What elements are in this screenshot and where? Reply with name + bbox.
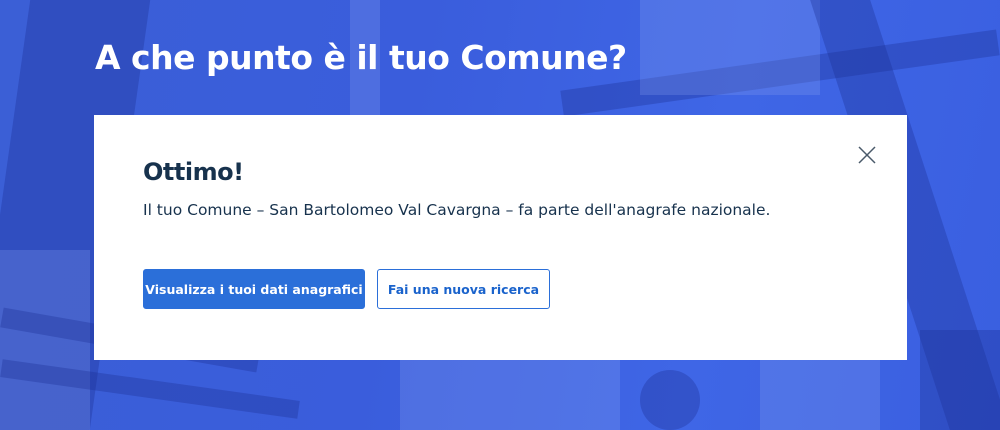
new-search-button[interactable]: Fai una nuova ricerca xyxy=(377,269,550,309)
page-title: A che punto è il tuo Comune? xyxy=(95,38,627,77)
result-title: Ottimo! xyxy=(143,158,244,186)
result-message: Il tuo Comune – San Bartolomeo Val Cavar… xyxy=(143,201,771,219)
result-card: Ottimo! Il tuo Comune – San Bartolomeo V… xyxy=(94,115,907,360)
close-icon xyxy=(858,146,876,164)
hero-section: A che punto è il tuo Comune? Ottimo! Il … xyxy=(0,0,1000,430)
view-personal-data-button[interactable]: Visualizza i tuoi dati anagrafici xyxy=(143,269,365,309)
close-button[interactable] xyxy=(857,145,877,165)
